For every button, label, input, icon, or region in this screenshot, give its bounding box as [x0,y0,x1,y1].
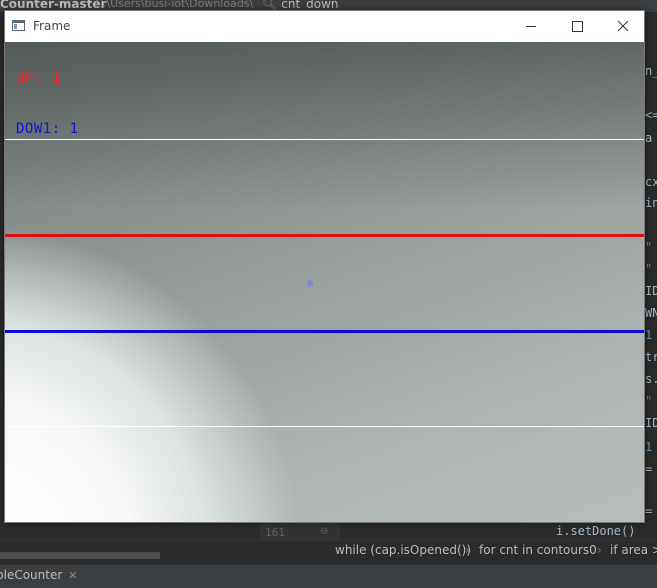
fold-marker-icon[interactable]: ⊖ [320,526,328,537]
code-snippet: tr [645,350,657,364]
horizontal-scrollbar[interactable] [0,552,160,559]
minimize-button[interactable] [508,11,554,42]
code-snippet: " [645,240,653,254]
close-icon [617,20,629,32]
code-snippet: = [645,462,653,476]
breadcrumb-item[interactable]: while (cap.isOpened()) [335,543,471,557]
code-snippet: s. [645,372,657,386]
maximize-icon [572,21,583,32]
run-tab-label: pleCounter [0,568,63,582]
up-count-text: UP: 1 [16,71,61,87]
down-count-text: DOW1: 1 [16,121,79,137]
frame-window[interactable]: Frame UP: 1 DOW1: 1 [4,10,645,523]
code-snippet: ID [645,284,657,298]
ide-project-path: C:\Users\busi-iot\Downloads\ [95,0,254,10]
run-tab[interactable]: pleCounter ✕ [0,568,78,582]
minimize-icon [526,26,536,27]
video-shading [5,42,644,522]
frame-title: Frame [33,19,71,33]
code-snippet: " [645,394,653,408]
code-line: i.setDone() [556,524,636,538]
tracked-object-marker [307,280,313,287]
maximize-button[interactable] [554,11,600,42]
breadcrumb-separator-icon: › [465,543,470,557]
code-snippet: 1 [645,440,653,454]
code-snippet: cx [645,175,657,189]
code-snippet: n_ [645,64,657,78]
frame-title-bar[interactable]: Frame [5,11,644,42]
app-window-icon [12,20,25,31]
code-snippet: ID [645,416,657,430]
breadcrumb-separator-icon: › [597,543,602,557]
code-snippet: a [645,131,653,145]
lower-limit-line [5,426,644,427]
code-snippet: " [645,262,653,276]
video-frame: UP: 1 DOW1: 1 [5,42,644,522]
code-snippet: <= [645,108,657,122]
run-tool-tabbar [0,564,657,588]
code-snippet: WN [645,306,657,320]
close-icon[interactable]: ✕ [68,569,77,582]
breadcrumb-item[interactable]: if area > [610,543,657,557]
close-button[interactable] [600,11,646,42]
line-number: 161 [265,526,285,539]
upper-limit-line [5,139,644,140]
code-snippet: = [645,504,653,518]
breadcrumb-item[interactable]: for cnt in contours0 [479,543,597,557]
code-snippet: 1 [645,328,653,342]
down-line [5,330,644,333]
up-line [5,234,644,237]
code-snippet: in [645,196,657,210]
